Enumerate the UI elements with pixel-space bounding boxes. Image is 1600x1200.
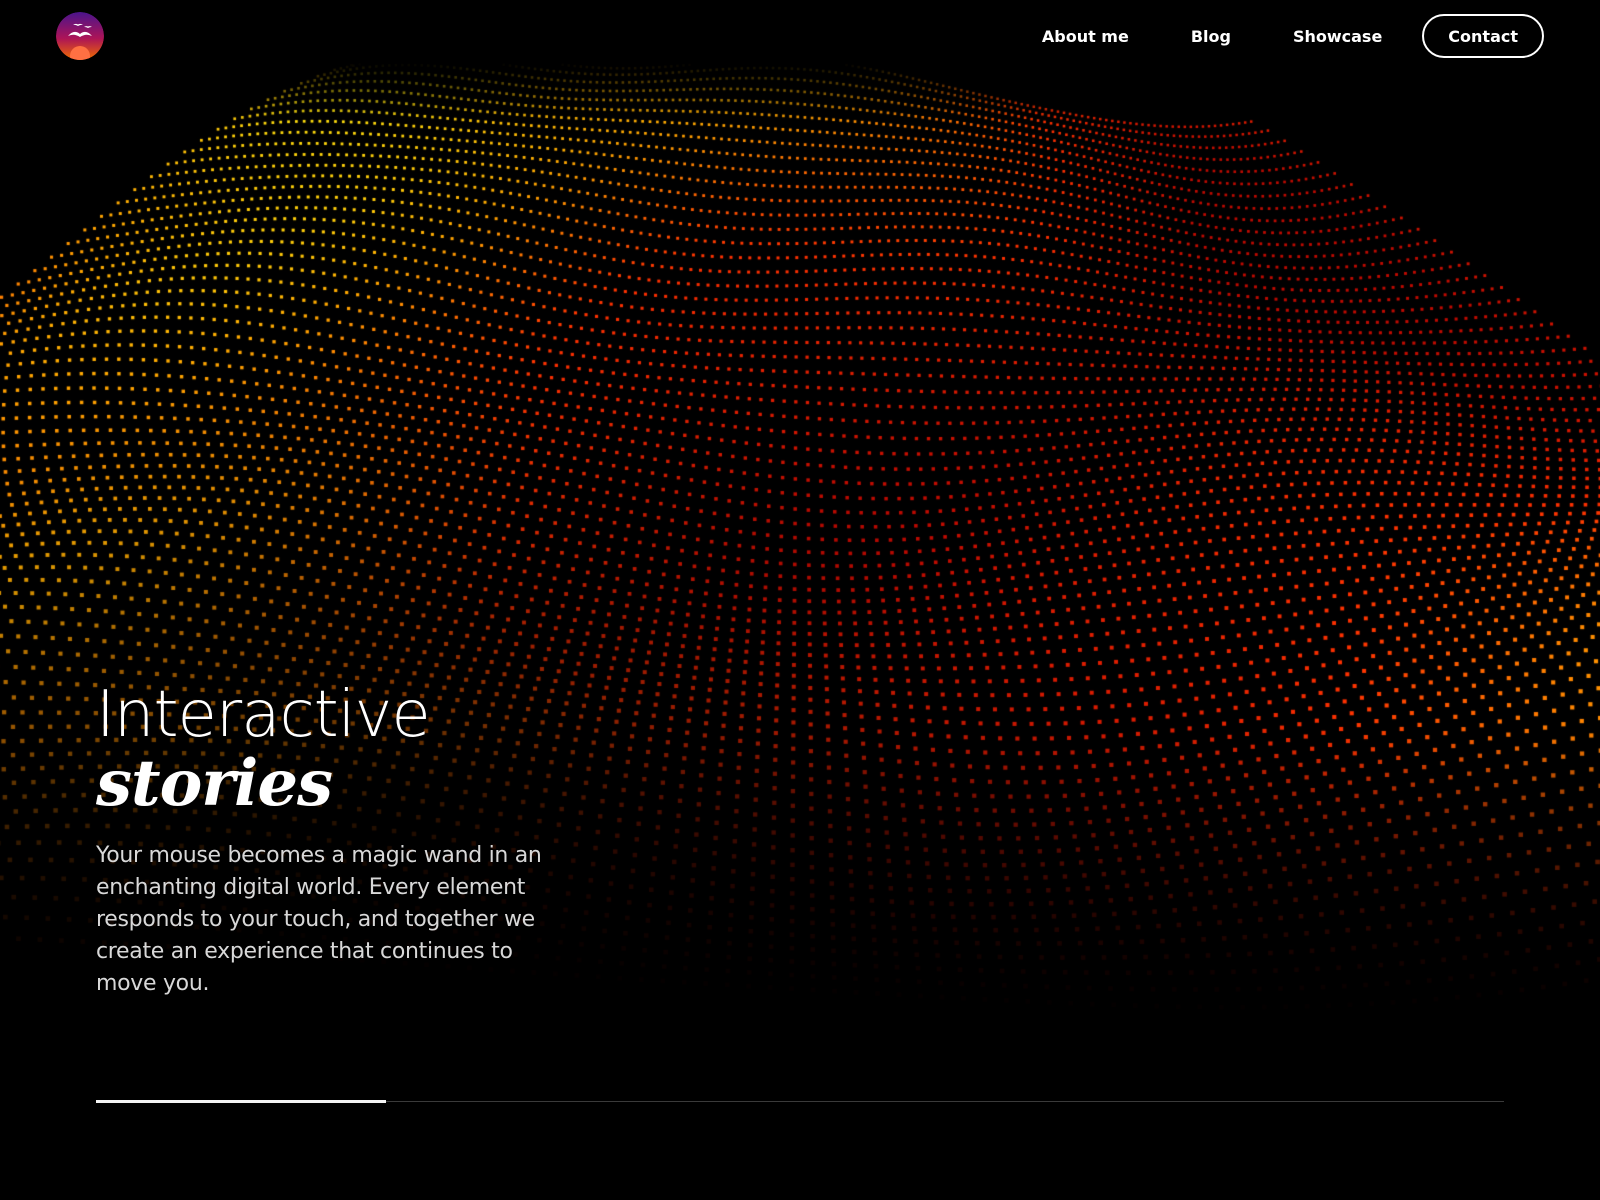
site-logo[interactable] [56,12,104,60]
slider-progress-track[interactable] [96,1100,1504,1103]
hero-section: Interactive stories Your mouse becomes a… [96,680,576,1000]
hero-title-line-1: Interactive [96,678,431,752]
nav-blog[interactable]: Blog [1191,27,1231,46]
particle-wave-background[interactable] [0,0,1600,1200]
nav-about-me[interactable]: About me [1042,27,1129,46]
main-nav: About me Blog Showcase Contact [1042,12,1544,60]
hero-description: Your mouse becomes a magic wand in an en… [96,843,542,996]
slider-progress-fill [96,1100,387,1103]
hero-title-line-2: stories [96,746,333,821]
site-header: About me Blog Showcase Contact [0,0,1600,72]
nav-showcase[interactable]: Showcase [1293,27,1382,46]
contact-button[interactable]: Contact [1422,14,1544,58]
seagulls-sunset-icon [56,12,104,60]
